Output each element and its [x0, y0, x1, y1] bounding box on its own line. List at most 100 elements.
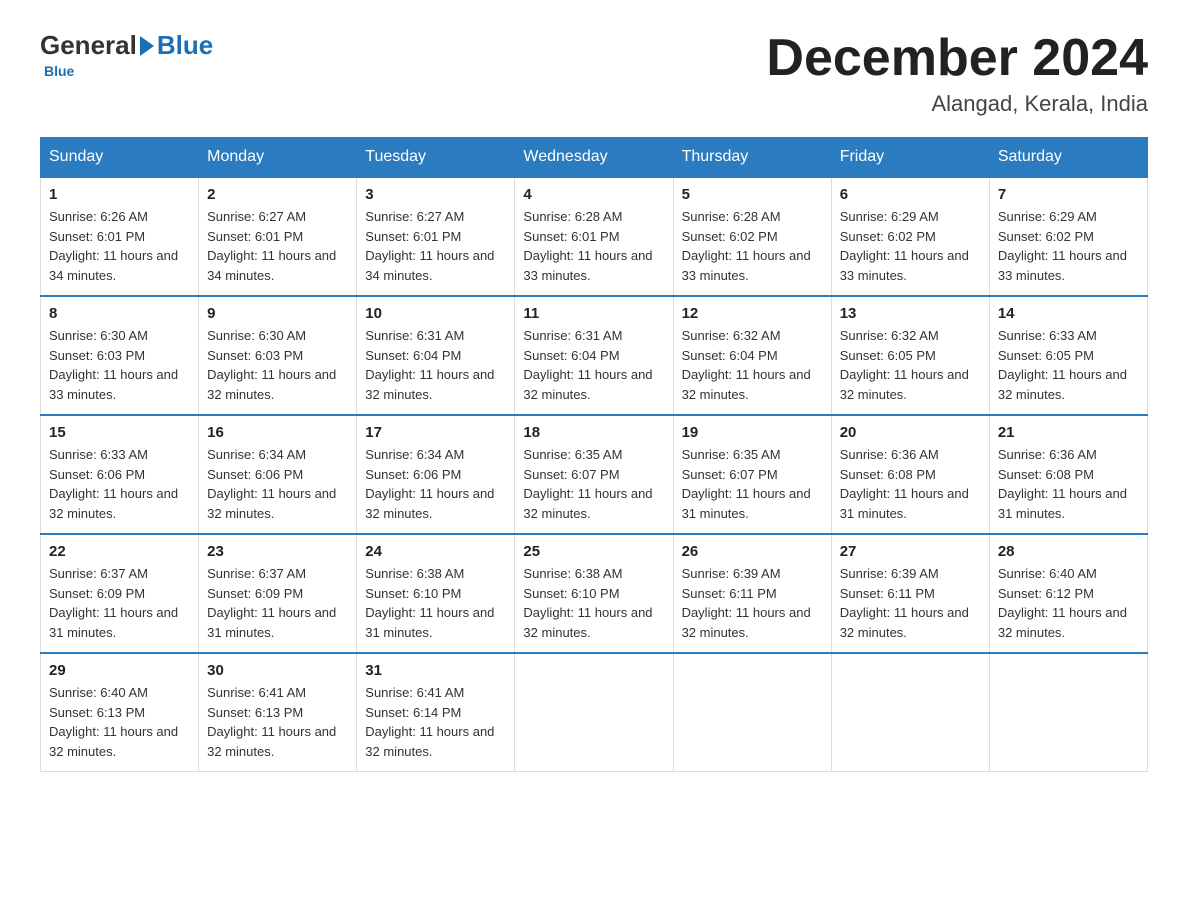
- weekday-header-saturday: Saturday: [989, 138, 1147, 178]
- day-info: Sunrise: 6:33 AM Sunset: 6:06 PM Dayligh…: [49, 445, 190, 523]
- day-number: 16: [207, 424, 348, 441]
- day-info: Sunrise: 6:26 AM Sunset: 6:01 PM Dayligh…: [49, 207, 190, 285]
- day-number: 2: [207, 186, 348, 203]
- daylight-label: Daylight: 11 hours and 32 minutes.: [365, 724, 494, 759]
- calendar-day-cell: 18 Sunrise: 6:35 AM Sunset: 6:07 PM Dayl…: [515, 415, 673, 534]
- day-number: 15: [49, 424, 190, 441]
- sunset-label: Sunset: 6:14 PM: [365, 705, 461, 720]
- day-info: Sunrise: 6:34 AM Sunset: 6:06 PM Dayligh…: [207, 445, 348, 523]
- sunrise-label: Sunrise: 6:33 AM: [998, 328, 1097, 343]
- calendar-day-cell: 28 Sunrise: 6:40 AM Sunset: 6:12 PM Dayl…: [989, 534, 1147, 653]
- sunrise-label: Sunrise: 6:34 AM: [207, 447, 306, 462]
- day-info: Sunrise: 6:27 AM Sunset: 6:01 PM Dayligh…: [207, 207, 348, 285]
- day-number: 10: [365, 305, 506, 322]
- daylight-label: Daylight: 11 hours and 34 minutes.: [365, 248, 494, 283]
- day-number: 11: [523, 305, 664, 322]
- day-info: Sunrise: 6:29 AM Sunset: 6:02 PM Dayligh…: [998, 207, 1139, 285]
- logo-triangle-icon: [140, 36, 154, 56]
- calendar-day-cell: 13 Sunrise: 6:32 AM Sunset: 6:05 PM Dayl…: [831, 296, 989, 415]
- sunrise-label: Sunrise: 6:41 AM: [365, 685, 464, 700]
- calendar-table: SundayMondayTuesdayWednesdayThursdayFrid…: [40, 137, 1148, 772]
- daylight-label: Daylight: 11 hours and 32 minutes.: [49, 486, 178, 521]
- calendar-week-row: 15 Sunrise: 6:33 AM Sunset: 6:06 PM Dayl…: [41, 415, 1148, 534]
- day-info: Sunrise: 6:35 AM Sunset: 6:07 PM Dayligh…: [523, 445, 664, 523]
- sunset-label: Sunset: 6:02 PM: [840, 229, 936, 244]
- day-info: Sunrise: 6:30 AM Sunset: 6:03 PM Dayligh…: [207, 326, 348, 404]
- sunset-label: Sunset: 6:06 PM: [207, 467, 303, 482]
- day-info: Sunrise: 6:37 AM Sunset: 6:09 PM Dayligh…: [207, 564, 348, 642]
- day-number: 22: [49, 543, 190, 560]
- day-info: Sunrise: 6:31 AM Sunset: 6:04 PM Dayligh…: [523, 326, 664, 404]
- daylight-label: Daylight: 11 hours and 32 minutes.: [523, 605, 652, 640]
- sunset-label: Sunset: 6:03 PM: [49, 348, 145, 363]
- day-info: Sunrise: 6:28 AM Sunset: 6:02 PM Dayligh…: [682, 207, 823, 285]
- calendar-day-cell: 3 Sunrise: 6:27 AM Sunset: 6:01 PM Dayli…: [357, 177, 515, 296]
- sunset-label: Sunset: 6:10 PM: [365, 586, 461, 601]
- sunrise-label: Sunrise: 6:32 AM: [682, 328, 781, 343]
- calendar-day-cell: 27 Sunrise: 6:39 AM Sunset: 6:11 PM Dayl…: [831, 534, 989, 653]
- day-number: 12: [682, 305, 823, 322]
- day-number: 7: [998, 186, 1139, 203]
- sunset-label: Sunset: 6:01 PM: [207, 229, 303, 244]
- page-header: General Blue Blue December 2024 Alangad,…: [40, 30, 1148, 117]
- day-number: 20: [840, 424, 981, 441]
- sunset-label: Sunset: 6:01 PM: [365, 229, 461, 244]
- daylight-label: Daylight: 11 hours and 32 minutes.: [365, 367, 494, 402]
- daylight-label: Daylight: 11 hours and 32 minutes.: [365, 486, 494, 521]
- weekday-header-thursday: Thursday: [673, 138, 831, 178]
- sunrise-label: Sunrise: 6:30 AM: [49, 328, 148, 343]
- sunrise-label: Sunrise: 6:40 AM: [49, 685, 148, 700]
- day-number: 14: [998, 305, 1139, 322]
- day-number: 26: [682, 543, 823, 560]
- sunrise-label: Sunrise: 6:35 AM: [682, 447, 781, 462]
- day-number: 3: [365, 186, 506, 203]
- day-number: 17: [365, 424, 506, 441]
- calendar-empty-cell: [673, 653, 831, 772]
- day-info: Sunrise: 6:38 AM Sunset: 6:10 PM Dayligh…: [365, 564, 506, 642]
- calendar-day-cell: 1 Sunrise: 6:26 AM Sunset: 6:01 PM Dayli…: [41, 177, 199, 296]
- day-number: 29: [49, 662, 190, 679]
- calendar-empty-cell: [831, 653, 989, 772]
- sunset-label: Sunset: 6:05 PM: [998, 348, 1094, 363]
- day-info: Sunrise: 6:33 AM Sunset: 6:05 PM Dayligh…: [998, 326, 1139, 404]
- sunrise-label: Sunrise: 6:28 AM: [682, 209, 781, 224]
- calendar-day-cell: 5 Sunrise: 6:28 AM Sunset: 6:02 PM Dayli…: [673, 177, 831, 296]
- day-number: 4: [523, 186, 664, 203]
- day-number: 8: [49, 305, 190, 322]
- calendar-day-cell: 2 Sunrise: 6:27 AM Sunset: 6:01 PM Dayli…: [199, 177, 357, 296]
- sunrise-label: Sunrise: 6:36 AM: [840, 447, 939, 462]
- sunrise-label: Sunrise: 6:39 AM: [840, 566, 939, 581]
- sunset-label: Sunset: 6:12 PM: [998, 586, 1094, 601]
- day-number: 5: [682, 186, 823, 203]
- sunset-label: Sunset: 6:04 PM: [523, 348, 619, 363]
- daylight-label: Daylight: 11 hours and 32 minutes.: [523, 367, 652, 402]
- sunrise-label: Sunrise: 6:27 AM: [365, 209, 464, 224]
- sunrise-label: Sunrise: 6:38 AM: [365, 566, 464, 581]
- sunset-label: Sunset: 6:11 PM: [840, 586, 935, 601]
- daylight-label: Daylight: 11 hours and 31 minutes.: [49, 605, 178, 640]
- weekday-header-wednesday: Wednesday: [515, 138, 673, 178]
- daylight-label: Daylight: 11 hours and 34 minutes.: [49, 248, 178, 283]
- day-info: Sunrise: 6:32 AM Sunset: 6:05 PM Dayligh…: [840, 326, 981, 404]
- weekday-header-monday: Monday: [199, 138, 357, 178]
- day-number: 24: [365, 543, 506, 560]
- month-title: December 2024: [766, 30, 1148, 87]
- day-info: Sunrise: 6:31 AM Sunset: 6:04 PM Dayligh…: [365, 326, 506, 404]
- calendar-day-cell: 12 Sunrise: 6:32 AM Sunset: 6:04 PM Dayl…: [673, 296, 831, 415]
- daylight-label: Daylight: 11 hours and 31 minutes.: [840, 486, 969, 521]
- day-number: 23: [207, 543, 348, 560]
- sunset-label: Sunset: 6:13 PM: [49, 705, 145, 720]
- calendar-empty-cell: [989, 653, 1147, 772]
- sunrise-label: Sunrise: 6:36 AM: [998, 447, 1097, 462]
- daylight-label: Daylight: 11 hours and 32 minutes.: [523, 486, 652, 521]
- daylight-label: Daylight: 11 hours and 32 minutes.: [840, 605, 969, 640]
- calendar-day-cell: 15 Sunrise: 6:33 AM Sunset: 6:06 PM Dayl…: [41, 415, 199, 534]
- sunset-label: Sunset: 6:05 PM: [840, 348, 936, 363]
- daylight-label: Daylight: 11 hours and 32 minutes.: [207, 486, 336, 521]
- daylight-label: Daylight: 11 hours and 32 minutes.: [998, 367, 1127, 402]
- day-number: 9: [207, 305, 348, 322]
- sunrise-label: Sunrise: 6:37 AM: [207, 566, 306, 581]
- daylight-label: Daylight: 11 hours and 33 minutes.: [998, 248, 1127, 283]
- day-info: Sunrise: 6:29 AM Sunset: 6:02 PM Dayligh…: [840, 207, 981, 285]
- calendar-day-cell: 23 Sunrise: 6:37 AM Sunset: 6:09 PM Dayl…: [199, 534, 357, 653]
